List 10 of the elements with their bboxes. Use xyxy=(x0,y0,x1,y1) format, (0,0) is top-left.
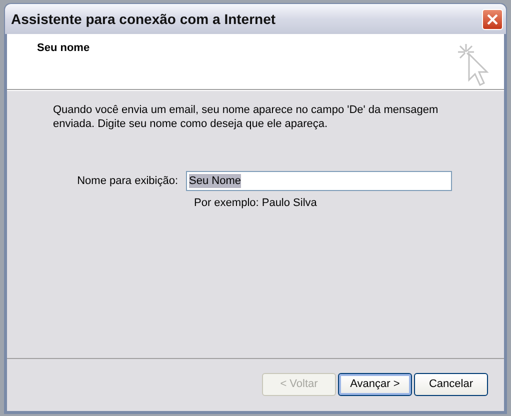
close-button[interactable] xyxy=(482,8,503,30)
window-title: Assistente para conexão com a Internet xyxy=(11,11,276,27)
close-icon xyxy=(486,12,499,26)
display-name-field[interactable]: Seu Nome xyxy=(186,171,452,191)
page-title: Seu nome xyxy=(37,42,90,56)
example-hint: Por exemplo: Paulo Silva xyxy=(194,197,318,209)
cancel-button[interactable]: Cancelar xyxy=(414,372,488,396)
description-text: Quando você envia um email, seu nome aparece no campo 'De' da mensagem enviada. Digite seu nome como deseja que ele apareça. xyxy=(53,103,440,131)
next-button[interactable]: Avançar > xyxy=(338,372,412,396)
field-label: Nome para exibição: xyxy=(76,175,178,187)
